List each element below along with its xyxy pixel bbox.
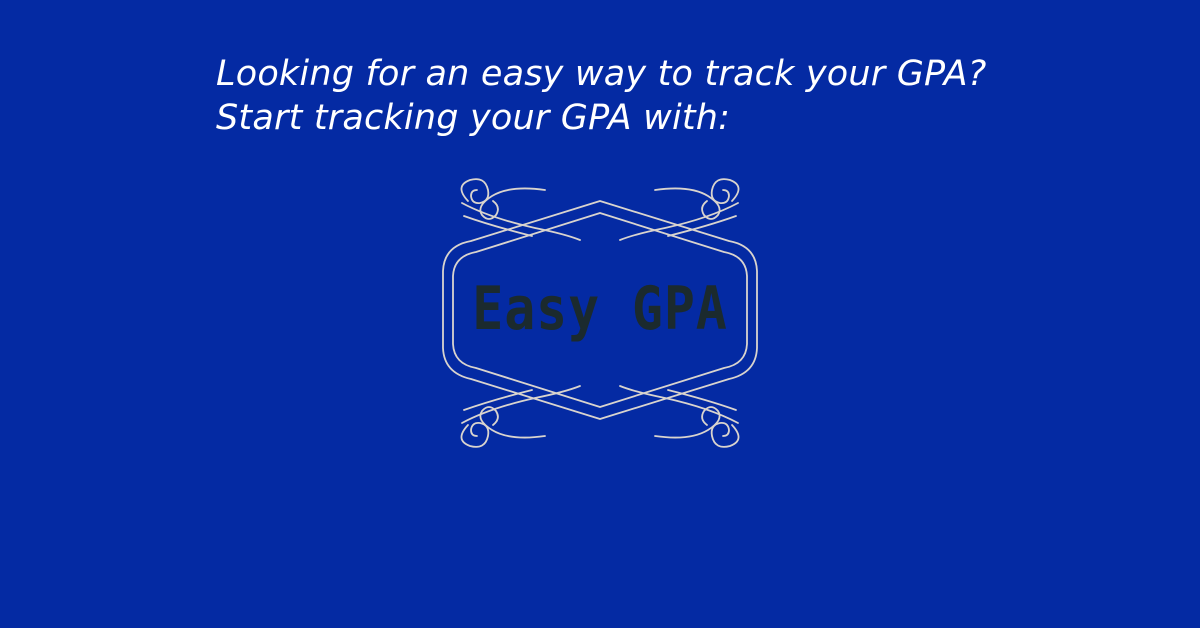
logo-title: Easy GPA: [472, 274, 728, 344]
headline-line-2: Start tracking your GPA with:: [216, 98, 731, 138]
headline-line-1: Looking for an easy way to track your GP…: [216, 54, 987, 94]
headline: Looking for an easy way to track your GP…: [216, 52, 1116, 140]
easy-gpa-logo: Easy GPA: [430, 168, 770, 458]
